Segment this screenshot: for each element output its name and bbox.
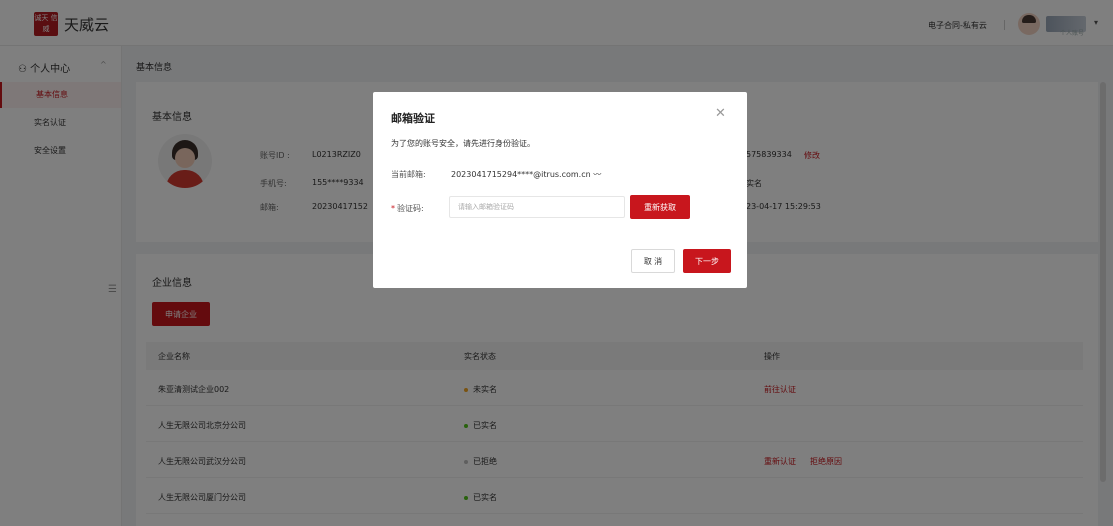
close-icon[interactable]: ✕ <box>715 106 726 121</box>
next-step-button[interactable]: 下一步 <box>683 249 731 273</box>
current-email-value: 2023041715294****@itrus.com.cn 〰 <box>451 170 602 179</box>
code-label: * 验证码: <box>391 204 424 213</box>
cancel-button[interactable]: 取 消 <box>631 249 675 273</box>
dialog-tip: 为了您的账号安全，请先进行身份验证。 <box>391 139 535 148</box>
verification-code-input[interactable] <box>449 196 625 218</box>
eye-closed-icon[interactable]: 〰 <box>593 170 601 179</box>
dialog-title: 邮箱验证 <box>391 112 435 125</box>
current-email-label: 当前邮箱: <box>391 170 426 179</box>
resend-code-button[interactable]: 重新获取 <box>630 195 690 219</box>
email-verify-dialog: 邮箱验证 ✕ 为了您的账号安全，请先进行身份验证。 当前邮箱: 20230417… <box>373 92 747 288</box>
